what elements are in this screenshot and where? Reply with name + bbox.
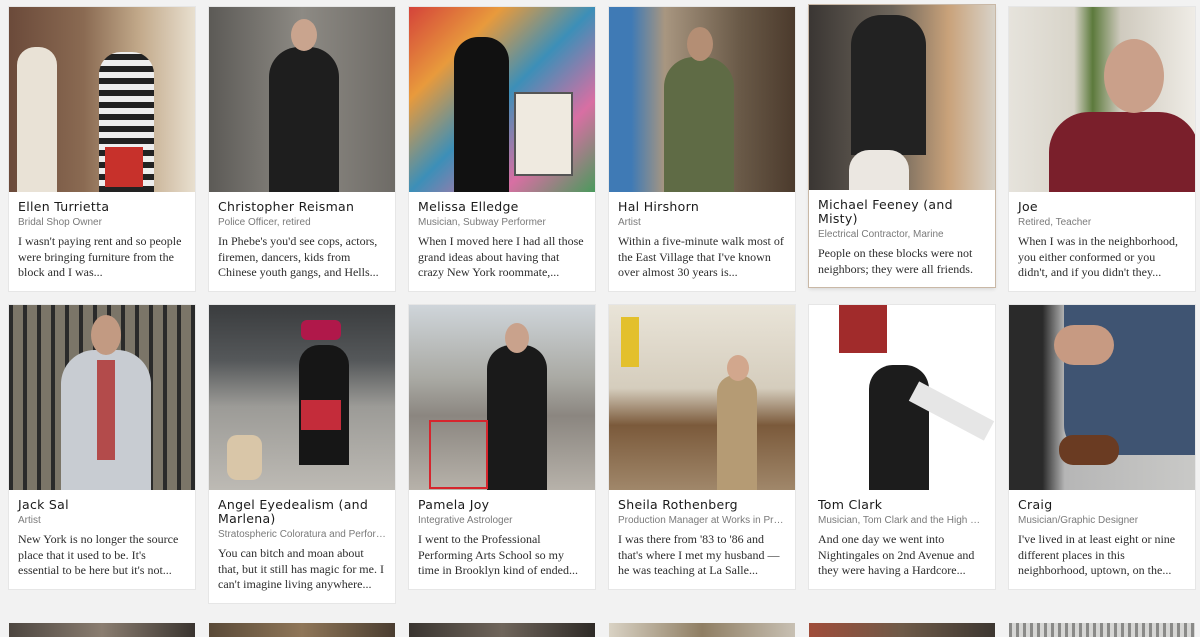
person-name[interactable]: Pamela Joy bbox=[418, 498, 586, 512]
person-quote: People on these blocks were not neighbor… bbox=[818, 246, 973, 276]
person-quote: I went to the Professional Performing Ar… bbox=[418, 532, 578, 578]
person-name[interactable]: Sheila Rothenberg bbox=[618, 498, 786, 512]
person-card[interactable]: Melissa Elledge Musician, Subway Perform… bbox=[409, 7, 595, 291]
portrait-photo[interactable] bbox=[1009, 305, 1195, 490]
portrait-photo[interactable] bbox=[409, 305, 595, 490]
person-card[interactable]: Hal Hirshorn Artist Within a five-minute… bbox=[609, 7, 795, 291]
portrait-photo[interactable] bbox=[209, 7, 395, 192]
portrait-photo[interactable] bbox=[209, 623, 395, 637]
portrait-photo[interactable] bbox=[9, 7, 195, 192]
person-name[interactable]: Tom Clark bbox=[818, 498, 986, 512]
portrait-photo[interactable] bbox=[809, 5, 995, 190]
person-card[interactable]: Angel Eyedealism (and Marlena) Stratosph… bbox=[209, 305, 395, 603]
person-quote: You can bitch and moan about that, but i… bbox=[218, 546, 384, 592]
portrait-photo[interactable] bbox=[9, 623, 195, 637]
person-card[interactable]: Michael Feeney (and Misty) Electrical Co… bbox=[809, 5, 995, 288]
person-quote: I was there from '83 to '86 and that's w… bbox=[618, 532, 780, 578]
person-name[interactable]: Ellen Turrietta bbox=[18, 200, 186, 214]
portrait-photo[interactable] bbox=[409, 7, 595, 192]
person-role: Artist bbox=[18, 515, 41, 526]
person-name[interactable]: Craig bbox=[1018, 498, 1186, 512]
person-card[interactable]: Pamela Joy Integrative Astrologer I went… bbox=[409, 305, 595, 589]
person-quote: When I was in the neighborhood, you eith… bbox=[1018, 234, 1178, 280]
person-role: Police Officer, retired bbox=[218, 217, 311, 228]
person-role: Stratospheric Coloratura and Performance… bbox=[218, 529, 386, 540]
portrait-photo[interactable] bbox=[409, 623, 595, 637]
person-role: Electrical Contractor, Marine bbox=[818, 229, 944, 240]
person-role: Production Manager at Works in Progress bbox=[618, 515, 786, 526]
person-name[interactable]: Melissa Elledge bbox=[418, 200, 586, 214]
portrait-photo[interactable] bbox=[809, 305, 995, 490]
person-quote: And one day we went into Nightingales on… bbox=[818, 532, 975, 578]
person-name[interactable]: Joe bbox=[1018, 200, 1186, 214]
person-card[interactable]: Joe Retired, Teacher When I was in the n… bbox=[1009, 7, 1195, 291]
person-role: Integrative Astrologer bbox=[418, 515, 513, 526]
person-role: Bridal Shop Owner bbox=[18, 217, 102, 228]
portrait-photo[interactable] bbox=[1009, 7, 1195, 192]
person-name[interactable]: Hal Hirshorn bbox=[618, 200, 786, 214]
person-card[interactable]: Ellen Turrietta Bridal Shop Owner I wasn… bbox=[9, 7, 195, 291]
person-role: Musician, Tom Clark and the High Road bbox=[818, 515, 986, 526]
person-card[interactable]: Sheila Rothenberg Production Manager at … bbox=[609, 305, 795, 589]
person-card[interactable]: Christopher Reisman Police Officer, reti… bbox=[209, 7, 395, 291]
portrait-photo[interactable] bbox=[609, 7, 795, 192]
person-name[interactable]: Jack Sal bbox=[18, 498, 186, 512]
person-quote: I've lived in at least eight or nine dif… bbox=[1018, 532, 1176, 578]
person-quote: Within a five-minute walk most of the Ea… bbox=[618, 234, 784, 280]
portrait-photo[interactable] bbox=[809, 623, 995, 637]
person-card[interactable]: Tom Clark Musician, Tom Clark and the Hi… bbox=[809, 305, 995, 589]
person-card[interactable]: Jack Sal Artist New York is no longer th… bbox=[9, 305, 195, 589]
person-quote: New York is no longer the source place t… bbox=[18, 532, 179, 578]
person-name[interactable]: Michael Feeney (and Misty) bbox=[818, 198, 986, 226]
portrait-photo[interactable] bbox=[9, 305, 195, 490]
person-role: Artist bbox=[618, 217, 641, 228]
person-role: Retired, Teacher bbox=[1018, 217, 1092, 228]
person-card[interactable]: Craig Musician/Graphic Designer I've liv… bbox=[1009, 305, 1195, 589]
person-name[interactable]: Angel Eyedealism (and Marlena) bbox=[218, 498, 386, 526]
person-quote: When I moved here I had all those grand … bbox=[418, 234, 584, 280]
person-quote: I wasn't paying rent and so people were … bbox=[18, 234, 182, 280]
portrait-photo[interactable] bbox=[609, 305, 795, 490]
portrait-photo[interactable] bbox=[1009, 623, 1195, 637]
portrait-photo[interactable] bbox=[609, 623, 795, 637]
portrait-photo[interactable] bbox=[209, 305, 395, 490]
person-role: Musician, Subway Performer bbox=[418, 217, 546, 228]
person-quote: In Phebe's you'd see cops, actors, firem… bbox=[218, 234, 379, 280]
person-role: Musician/Graphic Designer bbox=[1018, 515, 1139, 526]
person-name[interactable]: Christopher Reisman bbox=[218, 200, 386, 214]
